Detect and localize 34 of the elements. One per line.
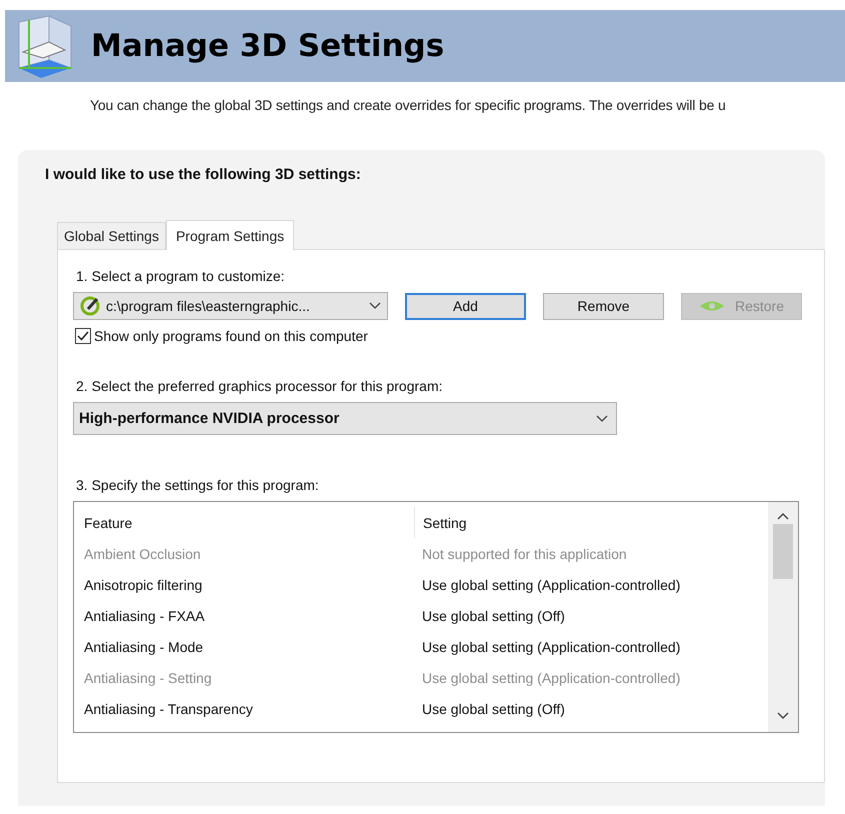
processor-dropdown[interactable]: High-performance NVIDIA processor [73, 402, 617, 435]
setting-cell-text: Use global setting (Application-controlled) [421, 576, 682, 592]
checkbox[interactable] [75, 328, 91, 344]
setting-cell-text: Use global setting (Off) [421, 608, 566, 624]
chevron-icon [596, 414, 608, 422]
step-label: 2. Select the preferred graphics processor for this program: [76, 378, 444, 394]
feature-cell-text: Ambient Occlusion [83, 546, 202, 562]
scrollbar-thumb[interactable] [773, 524, 793, 579]
scroll-up-icon[interactable] [777, 512, 789, 520]
step-label: 1. Select a program to customize: [76, 268, 286, 284]
program-dropdown[interactable]: c:\program files\easterngraphic... [73, 292, 388, 320]
page-description: You can change the global 3D settings and create overrides for specific programs. The overrides will be u [90, 97, 727, 113]
scroll-down-icon[interactable] [777, 712, 789, 720]
tab[interactable]: Program Settings [166, 220, 294, 250]
eye-logo-icon [698, 300, 725, 312]
program-icon [80, 296, 100, 316]
setting-cell-text: Use global setting (Off) [421, 700, 566, 716]
action-button[interactable]: Remove [543, 292, 664, 320]
column-header[interactable]: Feature [74, 514, 414, 530]
tab[interactable]: Global Settings [57, 222, 166, 249]
action-button[interactable]: Add [405, 292, 526, 320]
feature-cell-text: Anisotropic filtering [83, 576, 204, 592]
page-title: Manage 3D Settings [91, 28, 444, 64]
checkbox-label: Show only programs found on this computer [94, 328, 368, 344]
feature-cell-text: Antialiasing - Setting [83, 670, 213, 686]
setting-cell-text: Use global setting (Application-controlled) [421, 638, 682, 654]
setting-cell-text: Not supported for this application [421, 546, 628, 562]
feature-cell-text: Antialiasing - Mode [83, 638, 204, 654]
chevron-icon [369, 302, 381, 310]
settings-heading: I would like to use the following 3D settings: [45, 166, 362, 183]
feature-cell-text: Antialiasing - FXAA [83, 608, 206, 624]
feature-cell-text: Antialiasing - Transparency [83, 700, 254, 716]
setting-cell-text: Use global setting (Application-controlled) [421, 670, 682, 686]
step-label: 3. Specify the settings for this program: [76, 477, 320, 493]
